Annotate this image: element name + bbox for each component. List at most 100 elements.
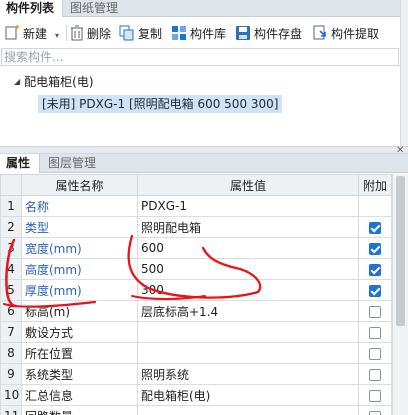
attach-cell [358,258,392,280]
component-save-label: 构件存盘 [254,26,303,41]
header-attach: 附加 [358,174,392,196]
property-value-cell[interactable]: PDXG-1 [137,195,359,217]
header-property-value: 属性值 [137,174,359,196]
property-value-cell[interactable]: 层底标高+1.4 [137,300,359,322]
property-grid: 属性名称 属性值 附加 1 名称 PDXG-1 2 类型 照明配电箱 3 宽度(mm) 600 4… [0,174,408,415]
row-index: 1 [0,195,22,217]
copy-button[interactable]: 复制 [119,23,162,43]
property-value-cell[interactable] [137,405,359,415]
table-row[interactable]: 6 标高(m) 层底标高+1.4 [0,300,392,322]
table-row[interactable]: 8 所在位置 [0,342,392,364]
property-name-cell: 所在位置 [21,342,138,364]
property-value-cell[interactable]: 照明配电箱 [137,216,359,238]
table-row[interactable]: 1 名称 PDXG-1 [0,195,392,217]
row-index: 8 [0,342,22,364]
new-button[interactable]: 新建 [4,23,47,43]
tab-properties[interactable]: 属性 [0,154,40,173]
property-value-cell[interactable]: 600 [137,237,359,259]
chevron-down-icon[interactable]: ▾ [55,31,59,40]
attach-cell [358,384,392,406]
copy-button-label: 复制 [138,26,163,41]
property-name-cell: 宽度(mm) [21,237,138,259]
expand-caret-icon[interactable]: ◢ [14,77,20,86]
attach-cell [358,363,392,385]
attach-checkbox[interactable] [369,326,381,339]
property-name-cell: 回路数量 [21,405,138,415]
delete-button[interactable]: 删除 [70,23,111,43]
attach-checkbox[interactable] [369,284,381,297]
attach-checkbox[interactable] [369,305,381,318]
component-library-button[interactable]: 构件库 [171,23,226,43]
attach-checkbox[interactable] [369,221,381,234]
component-library-label: 构件库 [190,26,227,41]
property-name-cell: 名称 [21,195,138,217]
scrollbar-thumb[interactable] [396,176,405,326]
property-name-cell: 敷设方式 [21,321,138,343]
component-extract-button[interactable]: 构件提取 [312,23,379,43]
attach-cell [358,237,392,259]
attach-checkbox[interactable] [369,263,381,276]
table-row[interactable]: 7 敷设方式 [0,321,392,343]
attach-checkbox[interactable] [369,368,381,381]
row-index: 11 [0,405,22,415]
attach-checkbox[interactable] [369,410,381,415]
table-row[interactable]: 2 类型 照明配电箱 [0,216,392,238]
save-icon [236,26,250,40]
table-row[interactable]: 4 高度(mm) 500 [0,258,392,280]
attach-cell [358,321,392,343]
attach-cell [358,300,392,322]
delete-button-label: 删除 [87,26,112,41]
extract-icon [313,25,326,40]
attach-cell [358,216,392,238]
property-name-cell: 高度(mm) [21,258,138,280]
tab-drawing-management[interactable]: 图纸管理 [64,0,136,17]
row-index: 3 [0,237,22,259]
search-input[interactable] [1,48,399,66]
new-icon [5,25,19,40]
property-name-cell: 厚度(mm) [21,279,138,301]
delete-icon [71,25,83,41]
top-tabbar: 构件列表 图纸管理 [0,0,400,17]
property-value-cell[interactable] [137,342,359,364]
table-header-row: 属性名称 属性值 附加 [0,174,392,196]
toolbar-divider [66,25,67,41]
row-index: 6 [0,300,22,322]
tab-layer-management[interactable]: 图层管理 [42,154,112,173]
tab-component-list[interactable]: 构件列表 [0,0,63,17]
row-index: 10 [0,384,22,406]
tree-node-distribution-box[interactable]: ◢ 配电箱柜(电) [14,73,94,89]
panel-splitter[interactable]: ✕ [0,145,408,156]
attach-checkbox[interactable] [369,242,381,255]
header-index [0,174,22,196]
property-value-cell[interactable]: 500 [137,258,359,280]
property-value-cell[interactable]: 配电箱柜(电) [137,384,359,406]
table-row[interactable]: 10 汇总信息 配电箱柜(电) [0,384,392,406]
property-value-cell[interactable]: 300 [137,279,359,301]
property-value-cell[interactable]: 照明系统 [137,363,359,385]
component-extract-label: 构件提取 [331,26,380,41]
table-row[interactable]: 9 系统类型 照明系统 [0,363,392,385]
attach-cell [358,195,392,217]
attach-checkbox[interactable] [369,347,381,360]
property-table: 属性名称 属性值 附加 1 名称 PDXG-1 2 类型 照明配电箱 3 宽度(mm) 600 4… [0,174,392,415]
attach-cell [358,342,392,364]
row-index: 4 [0,258,22,280]
component-save-button[interactable]: 构件存盘 [235,23,302,43]
panel-scrollbar[interactable] [400,0,408,146]
tree-node-label: 配电箱柜(电) [24,74,94,89]
copy-icon [119,25,134,41]
grid-scrollbar[interactable] [392,174,408,415]
attach-cell [358,405,392,415]
table-row[interactable]: 11回路数量 [0,405,392,415]
property-name-cell: 系统类型 [21,363,138,385]
header-property-name: 属性名称 [21,174,138,196]
table-row[interactable]: 5 厚度(mm) 300 [0,279,392,301]
new-button-label: 新建 [23,26,48,41]
row-index: 5 [0,279,22,301]
table-row[interactable]: 3 宽度(mm) 600 [0,237,392,259]
property-value-cell[interactable] [137,321,359,343]
attach-checkbox[interactable] [369,389,381,402]
tree-item-pdxg-1[interactable]: [未用] PDXG-1 [照明配电箱 600 500 300] [38,95,283,113]
attach-cell [358,279,392,301]
component-toolbar: 新建 ▾ 删除 复制 构件库 构件存盘 构件提取 [0,20,400,46]
